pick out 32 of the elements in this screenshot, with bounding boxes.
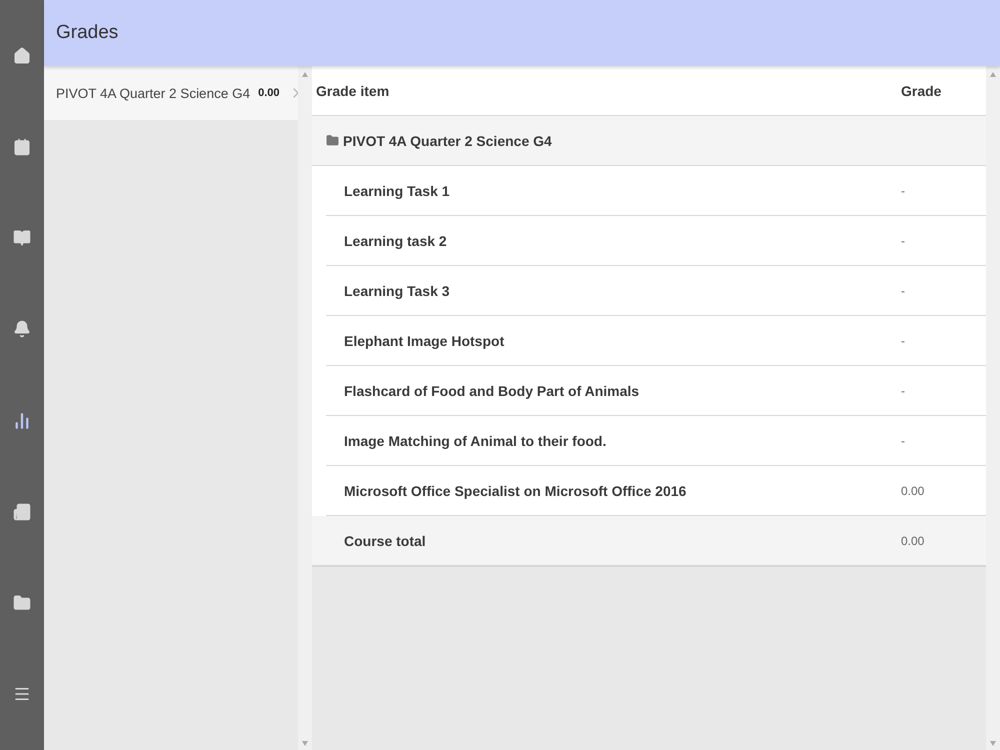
grade-value: - <box>901 184 906 198</box>
column-header: Grade item <box>315 82 390 98</box>
grade-item: Learning task 2 <box>344 232 447 248</box>
course-total-label: Course total <box>344 532 426 548</box>
course-item[interactable]: PIVOT 4A Quarter 2 Science G4 0.00 <box>44 66 298 120</box>
book-icon <box>13 229 31 248</box>
grade-item: Elephant Image Hotspot <box>344 332 504 348</box>
scrollbar[interactable] <box>298 66 312 750</box>
course-name: PIVOT 4A Quarter 2 Science G4 <box>56 86 250 100</box>
grade-value: - <box>901 234 906 248</box>
grade-item: Learning Task 3 <box>344 282 450 298</box>
course-total-value: 0.00 <box>901 534 926 548</box>
calendar-icon <box>13 138 31 156</box>
column-header: Grade <box>901 82 942 98</box>
grade-value: - <box>901 334 906 348</box>
scrollbar[interactable] <box>986 66 1000 750</box>
home-icon <box>13 46 31 65</box>
grade-item: Learning Task 1 <box>344 182 450 198</box>
bell-icon <box>13 320 31 338</box>
grade-item: Flashcard of Food and Body Part of Animals <box>344 382 640 398</box>
page-title: Grades <box>56 22 118 44</box>
folder-icon <box>13 594 31 612</box>
grade-item: Image Matching of Animal to their food. <box>344 432 606 448</box>
category-name: PIVOT 4A Quarter 2 Science G4 <box>343 132 552 148</box>
folder-icon <box>326 134 339 147</box>
grade-value: - <box>901 384 906 398</box>
course-grade: 0.00 <box>258 87 280 99</box>
bar-chart-icon <box>13 412 31 430</box>
grade-value: - <box>901 434 906 448</box>
grade-item: Microsoft Office Specialist on Microsoft Office 2016 <box>344 482 686 498</box>
grade-value: 0.00 <box>901 484 926 498</box>
grade-value: - <box>901 284 906 298</box>
